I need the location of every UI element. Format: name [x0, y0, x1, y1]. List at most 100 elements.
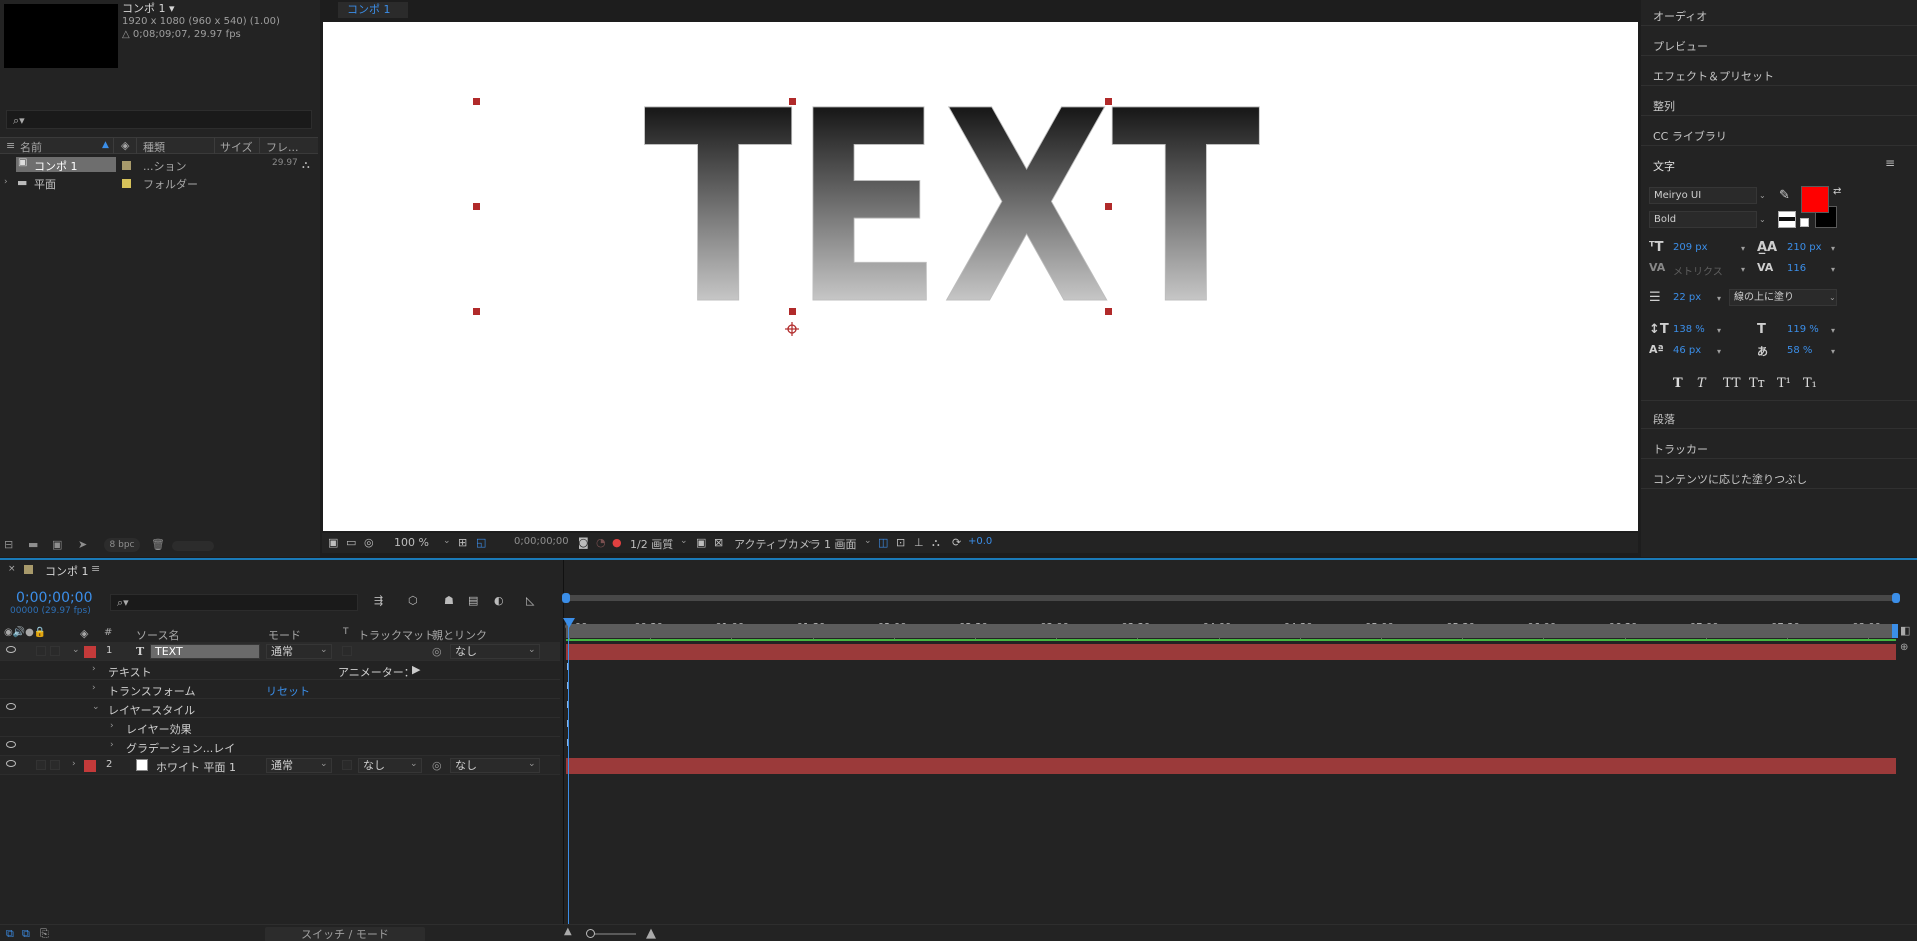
chevron-down-icon[interactable]: ▾ — [1831, 244, 1835, 253]
layer-1-duration-bar[interactable] — [566, 644, 1896, 660]
faux-bold-button[interactable]: T — [1673, 376, 1683, 391]
resolution-select[interactable]: 1/2 画質 — [630, 536, 673, 552]
solo-toggle[interactable] — [36, 646, 46, 656]
views-select[interactable]: 1 画面 — [824, 536, 857, 552]
col-source-name[interactable]: ソース名 — [136, 627, 179, 643]
all-caps-button[interactable]: TT — [1723, 376, 1741, 391]
trackmatte-toggle[interactable] — [342, 646, 352, 656]
tsume-value[interactable]: 58 % — [1787, 345, 1812, 356]
chevron-down-icon[interactable]: ⌄ — [1829, 293, 1836, 302]
chevron-down-icon[interactable]: ▾ — [1741, 244, 1745, 253]
chevron-right-icon[interactable]: › — [92, 683, 96, 693]
panel-audio[interactable]: オーディオ — [1653, 8, 1707, 24]
chevron-down-icon[interactable]: ⌄ — [443, 536, 451, 546]
timeline-icon[interactable]: ⊥ — [914, 536, 924, 549]
new-folder-icon[interactable]: ▬ — [28, 538, 38, 551]
label-chip[interactable] — [122, 161, 131, 170]
close-icon[interactable]: × — [8, 564, 16, 574]
chevron-down-icon[interactable]: ▾ — [1831, 326, 1835, 335]
panel-paragraph[interactable]: 段落 — [1653, 411, 1675, 427]
chevron-down-icon[interactable]: ⌄ — [410, 759, 418, 769]
frame-blending-icon[interactable]: ▤ — [468, 594, 478, 607]
trackmatte-toggle[interactable] — [342, 760, 352, 770]
superscript-button[interactable]: T¹ — [1777, 376, 1791, 391]
panel-content-aware-fill[interactable]: コンテンツに応じた塗りつぶし — [1653, 471, 1807, 487]
render-queue-icon[interactable]: ➤ — [78, 538, 87, 551]
bbox-handle[interactable] — [1105, 98, 1112, 105]
comp-button-icon[interactable]: ⊕ — [1900, 642, 1908, 653]
zoom-value[interactable]: 100 % — [394, 536, 429, 549]
panel-effects-presets[interactable]: エフェクト＆プリセット — [1653, 68, 1774, 84]
prop-row-gradient[interactable]: › グラデーション...レイ — [0, 737, 560, 756]
current-time-indicator[interactable] — [568, 626, 569, 936]
monitor-icon[interactable]: ▭ — [346, 536, 356, 549]
interpret-footage-icon[interactable]: ⊟ — [4, 538, 13, 551]
safe-margins-icon[interactable]: ◱ — [476, 536, 486, 549]
layer-row-2[interactable]: › 2 ホワイト 平面 1 通常 ⌄ なし ⌄ ◎ なし ⌄ — [0, 756, 560, 775]
project-item-comp[interactable]: ▣ コンポ 1 ...ション 29.97 ⛬ — [0, 156, 318, 174]
comp-marker-bin-icon[interactable]: ◧ — [1900, 624, 1910, 637]
col-name[interactable]: 名前 — [20, 139, 42, 155]
animator-play-icon[interactable]: ▶ — [412, 663, 420, 676]
stroke-type-select[interactable]: 線の上に塗り — [1729, 289, 1837, 306]
layer-switches-icon[interactable]: ⧉ — [6, 927, 14, 941]
chevron-down-icon[interactable]: ⌄ — [92, 702, 100, 712]
pickwhip-icon[interactable]: ◎ — [432, 645, 442, 658]
chevron-right-icon[interactable]: › — [92, 664, 96, 674]
col-type[interactable]: 種類 — [143, 139, 165, 155]
bpc-toggle[interactable]: 8 bpc — [104, 538, 140, 552]
prop-row-transform[interactable]: › トランスフォーム リセット — [0, 680, 560, 699]
swap-colors-icon[interactable]: ⇄ — [1833, 186, 1841, 197]
timeline-timecode[interactable]: 0;00;00;00 — [16, 590, 93, 606]
chevron-down-icon[interactable]: ⌄ — [528, 759, 536, 769]
eye-icon[interactable] — [6, 741, 16, 748]
graph-editor-icon[interactable]: ◺ — [526, 594, 534, 607]
tab-timeline-comp-1[interactable]: コンポ 1 — [45, 563, 89, 579]
col-trackmatte[interactable]: トラックマット — [358, 627, 435, 643]
trash-icon[interactable]: 🗑 — [151, 538, 165, 551]
prop-row-text[interactable]: › テキスト アニメーター： ▶ — [0, 661, 560, 680]
parent-select[interactable]: なし — [450, 758, 540, 773]
subscript-button[interactable]: T₁ — [1803, 376, 1817, 391]
current-time-indicator-head[interactable] — [563, 618, 575, 628]
project-search-input[interactable]: ⌕▾ — [6, 110, 312, 129]
tracking-value[interactable]: 116 — [1787, 263, 1806, 274]
eyedropper-icon[interactable]: ✎ — [1779, 188, 1790, 203]
fit-icon[interactable]: ⊞ — [458, 536, 467, 549]
reset-exposure-icon[interactable]: ⟳ — [952, 536, 961, 549]
comp-mini-flowchart-icon[interactable]: ⇶ — [374, 594, 383, 607]
font-size-value[interactable]: 209 px — [1673, 242, 1708, 253]
bbox-handle[interactable] — [473, 308, 480, 315]
bbox-handle[interactable] — [789, 308, 796, 315]
eye-icon[interactable] — [6, 703, 16, 710]
zoom-slider[interactable] — [588, 933, 636, 935]
faux-italic-button[interactable]: T — [1697, 376, 1706, 391]
show-snapshot-icon[interactable]: ◔ — [596, 536, 606, 549]
chevron-down-icon[interactable]: ▾ — [1717, 294, 1721, 303]
panel-cc-library[interactable]: CC ライブラリ — [1653, 128, 1727, 144]
lock-toggle[interactable] — [50, 646, 60, 656]
chevron-down-icon[interactable]: ⌄ — [1759, 191, 1766, 200]
new-comp-icon[interactable]: ▣ — [52, 538, 62, 551]
col-parent-link[interactable]: 親とリンク — [432, 627, 487, 643]
fast-previews-icon[interactable]: ⊡ — [896, 536, 905, 549]
anchor-point-icon[interactable] — [785, 322, 799, 336]
col-mode[interactable]: モード — [268, 627, 301, 643]
composition-canvas[interactable]: TEXT — [323, 22, 1638, 531]
col-frame[interactable]: フレ... — [266, 139, 299, 155]
layer-row-1[interactable]: ⌄ 1 T TEXT 通常 ⌄ ◎ なし ⌄ — [0, 642, 560, 661]
lock-toggle[interactable] — [50, 760, 60, 770]
chevron-down-icon[interactable]: ▾ — [1717, 347, 1721, 356]
vertical-scale-value[interactable]: 138 % — [1673, 324, 1705, 335]
bbox-handle[interactable] — [1105, 308, 1112, 315]
layer-2-duration-bar[interactable] — [566, 758, 1896, 774]
always-preview-icon[interactable]: ▣ — [328, 536, 338, 549]
motion-blur-icon[interactable]: ◐ — [494, 594, 504, 607]
zoom-slider-thumb[interactable] — [586, 929, 595, 938]
camera-icon[interactable]: ◙ — [578, 536, 589, 549]
parent-select[interactable]: なし — [450, 644, 540, 659]
layer-name[interactable]: ホワイト 平面 1 — [156, 759, 236, 775]
layer-label-chip[interactable] — [84, 760, 96, 772]
exposure-value[interactable]: +0.0 — [968, 536, 992, 547]
reset-link[interactable]: リセット — [266, 683, 310, 699]
